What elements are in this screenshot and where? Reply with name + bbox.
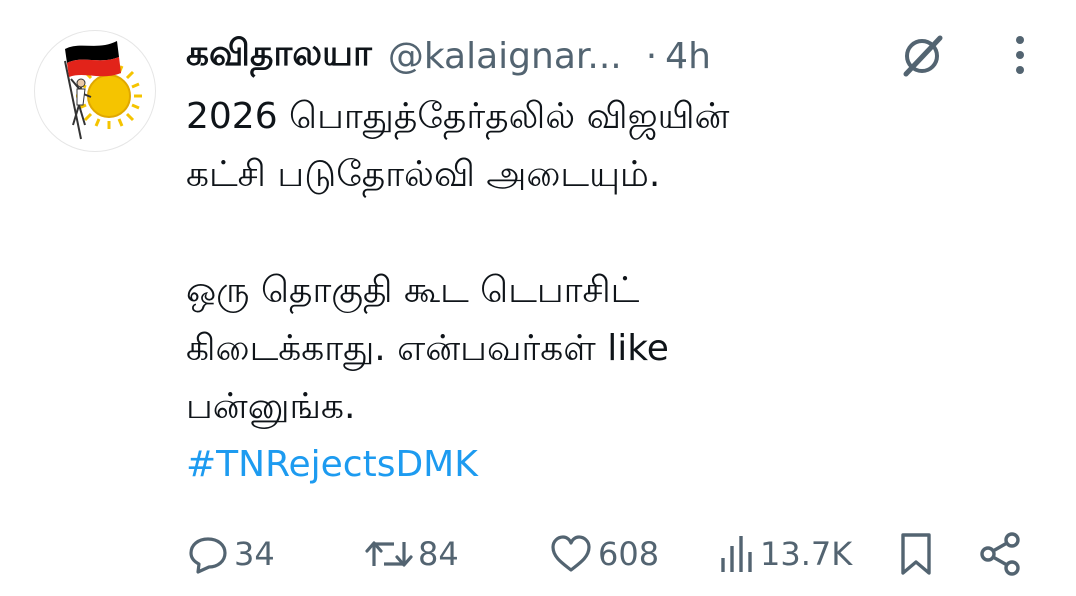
tweet-text-line: ஒரு தொகுதி கூட டெபாசிட் — [186, 270, 640, 311]
party-logo — [64, 41, 142, 140]
retweet-icon — [365, 541, 413, 567]
bookmark-icon — [901, 533, 931, 575]
bookmark-button[interactable] — [896, 524, 936, 584]
views-count: 13.7K — [760, 535, 853, 573]
tweet-text-line: கிடைக்காது. என்பவர்கள் like — [186, 328, 669, 369]
more-icon[interactable] — [1006, 34, 1034, 78]
timestamp[interactable]: 4h — [665, 36, 711, 77]
tweet[interactable]: கவிதாலயா @kalaignar... · 4h 2026 பொதுத்த… — [0, 0, 1076, 596]
tweet-text-line — [186, 204, 1046, 262]
views-icon — [721, 536, 752, 572]
separator-dot: · — [645, 35, 658, 77]
reply-count: 34 — [234, 535, 275, 573]
grok-icon[interactable] — [896, 30, 948, 82]
user-handle[interactable]: @kalaignar... — [388, 36, 622, 77]
tweet-text-line: 2026 பொதுத்தேர்தலில் விஜயின் — [186, 96, 730, 137]
like-count: 608 — [598, 535, 660, 573]
display-name[interactable]: கவிதாலயா — [186, 33, 372, 79]
retweet-count: 84 — [418, 535, 459, 573]
hashtag-link[interactable]: #TNRejectsDMK — [186, 436, 1046, 494]
avatar[interactable] — [34, 30, 156, 152]
like-button[interactable]: 608 — [548, 524, 659, 584]
action-bar: 34 84 608 13.7K — [186, 524, 1046, 584]
views-button[interactable]: 13.7K — [718, 524, 852, 584]
tweet-header: கவிதாலயா @kalaignar... · 4h — [186, 28, 711, 84]
tweet-text-line: பன்னுங்க. — [186, 386, 356, 427]
share-icon — [980, 532, 1020, 576]
share-button[interactable] — [976, 524, 1024, 584]
retweet-button[interactable]: 84 — [364, 524, 459, 584]
reply-icon — [189, 537, 227, 574]
tweet-text: 2026 பொதுத்தேர்தலில் விஜயின் கட்சி படுதோ… — [186, 88, 1046, 494]
heart-icon — [551, 535, 591, 572]
reply-button[interactable]: 34 — [186, 524, 275, 584]
tweet-text-line: கட்சி படுதோல்வி அடையும். — [186, 154, 661, 195]
